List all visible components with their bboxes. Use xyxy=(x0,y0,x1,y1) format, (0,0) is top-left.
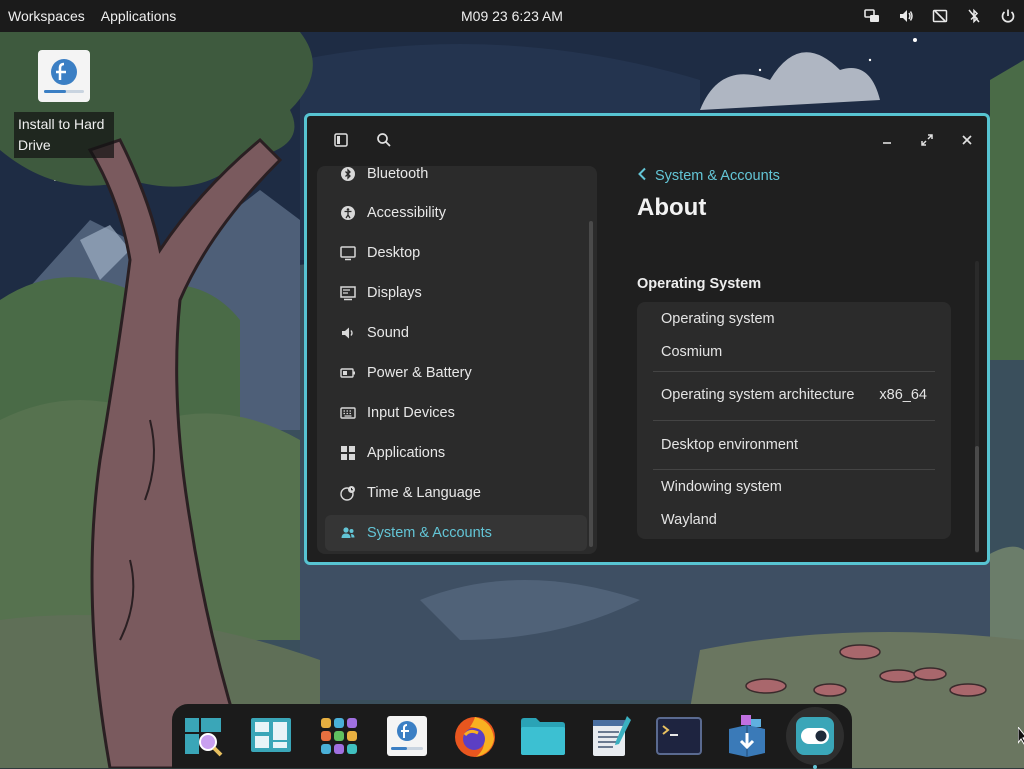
sidebar-toggle-icon[interactable] xyxy=(331,130,351,150)
os-label: Operating system xyxy=(661,311,775,327)
sidebar-item-label: System & Accounts xyxy=(367,525,492,541)
display-icon xyxy=(339,284,357,302)
clock[interactable]: M09 23 6:23 AM xyxy=(461,8,563,24)
sidebar-item-system-accounts[interactable]: System & Accounts xyxy=(325,515,587,551)
top-panel: Workspaces Applications M09 23 6:23 AM xyxy=(0,0,1024,32)
os-architecture-value: x86_64 xyxy=(879,387,927,403)
network-wired-icon[interactable] xyxy=(862,6,882,26)
operating-system-card: Operating system Cosmium Operating syste… xyxy=(637,302,951,539)
text-editor-icon[interactable] xyxy=(587,712,635,760)
divider xyxy=(653,420,935,421)
divider xyxy=(653,371,935,372)
os-architecture-label: Operating system architecture xyxy=(661,387,855,403)
back-link-label: System & Accounts xyxy=(655,168,780,184)
sidebar-item-sound[interactable]: Sound xyxy=(325,315,587,351)
windowing-system-label: Windowing system xyxy=(661,479,782,495)
app-grid-icon[interactable] xyxy=(315,712,363,760)
os-value: Cosmium xyxy=(661,344,723,360)
desktop-environment-label: Desktop environment xyxy=(661,437,799,453)
keyboard-icon xyxy=(339,404,357,422)
workspaces-icon[interactable] xyxy=(247,712,295,760)
mouse-cursor-icon xyxy=(1018,727,1024,745)
users-icon xyxy=(339,524,357,542)
sidebar-item-label: Time & Language xyxy=(367,485,481,501)
sidebar-item-accessibility[interactable]: Accessibility xyxy=(325,195,587,231)
system-tray xyxy=(862,0,1018,32)
about-page: System & Accounts About Operating System… xyxy=(637,166,977,556)
sidebar-item-desktop[interactable]: Desktop xyxy=(325,235,587,271)
sidebar-item-label: Accessibility xyxy=(367,205,446,221)
sidebar-item-power[interactable]: Power & Battery xyxy=(325,355,587,391)
sidebar-item-label: Input Devices xyxy=(367,405,455,421)
accessibility-icon xyxy=(339,204,357,222)
monitor-icon xyxy=(339,244,357,262)
sidebar-item-label: Bluetooth xyxy=(367,166,429,182)
power-icon[interactable] xyxy=(998,6,1018,26)
chevron-left-icon xyxy=(637,167,647,185)
divider xyxy=(653,469,935,470)
no-battery-icon[interactable] xyxy=(930,6,950,26)
sidebar-item-applications[interactable]: Applications xyxy=(325,435,587,471)
page-title: About xyxy=(637,194,707,221)
section-title-operating-system: Operating System xyxy=(637,276,762,292)
desktop-icon-label: Install to Hard Drive xyxy=(14,112,114,158)
desktop-install-icon[interactable]: Install to Hard Drive xyxy=(14,50,114,158)
sidebar-item-label: Sound xyxy=(367,325,409,341)
apps-grid-icon xyxy=(339,444,357,462)
software-store-icon[interactable] xyxy=(723,712,771,760)
settings-sidebar: Bluetooth Accessibility Desktop Displays… xyxy=(317,166,597,554)
fedora-installer-icon[interactable] xyxy=(383,712,431,760)
speaker-icon xyxy=(339,324,357,342)
minimize-icon[interactable] xyxy=(877,130,897,150)
sidebar-scrollbar[interactable] xyxy=(589,221,593,547)
settings-window: Bluetooth Accessibility Desktop Displays… xyxy=(304,113,990,565)
sidebar-item-label: Desktop xyxy=(367,245,421,261)
content-scrollbar-thumb[interactable] xyxy=(975,446,979,552)
dock xyxy=(172,704,852,769)
search-icon[interactable] xyxy=(374,130,394,150)
sidebar-item-label: Applications xyxy=(367,445,446,461)
workspaces-button[interactable]: Workspaces xyxy=(0,0,93,32)
fedora-installer-icon xyxy=(38,50,90,102)
bluetooth-disabled-icon[interactable] xyxy=(964,6,984,26)
sidebar-item-label: Power & Battery xyxy=(367,365,472,381)
globe-clock-icon xyxy=(339,484,357,502)
sidebar-item-displays[interactable]: Displays xyxy=(325,275,587,311)
sidebar-item-input-devices[interactable]: Input Devices xyxy=(325,395,587,431)
windowing-system-value: Wayland xyxy=(661,512,717,528)
bluetooth-icon xyxy=(339,166,357,183)
maximize-icon[interactable] xyxy=(917,130,937,150)
files-folder-icon[interactable] xyxy=(519,712,567,760)
back-to-system-accounts-link[interactable]: System & Accounts xyxy=(637,166,780,186)
settings-toggle-icon[interactable] xyxy=(786,707,844,765)
active-app-indicator xyxy=(813,765,817,769)
sidebar-item-time-language[interactable]: Time & Language xyxy=(325,475,587,511)
firefox-icon[interactable] xyxy=(451,712,499,760)
volume-icon[interactable] xyxy=(896,6,916,26)
sidebar-item-bluetooth[interactable]: Bluetooth xyxy=(325,166,587,192)
close-icon[interactable] xyxy=(957,130,977,150)
window-header xyxy=(307,116,987,166)
applications-button[interactable]: Applications xyxy=(93,0,185,32)
terminal-icon[interactable] xyxy=(655,712,703,760)
launcher-search-icon[interactable] xyxy=(179,712,227,760)
sidebar-item-label: Displays xyxy=(367,285,422,301)
battery-icon xyxy=(339,364,357,382)
